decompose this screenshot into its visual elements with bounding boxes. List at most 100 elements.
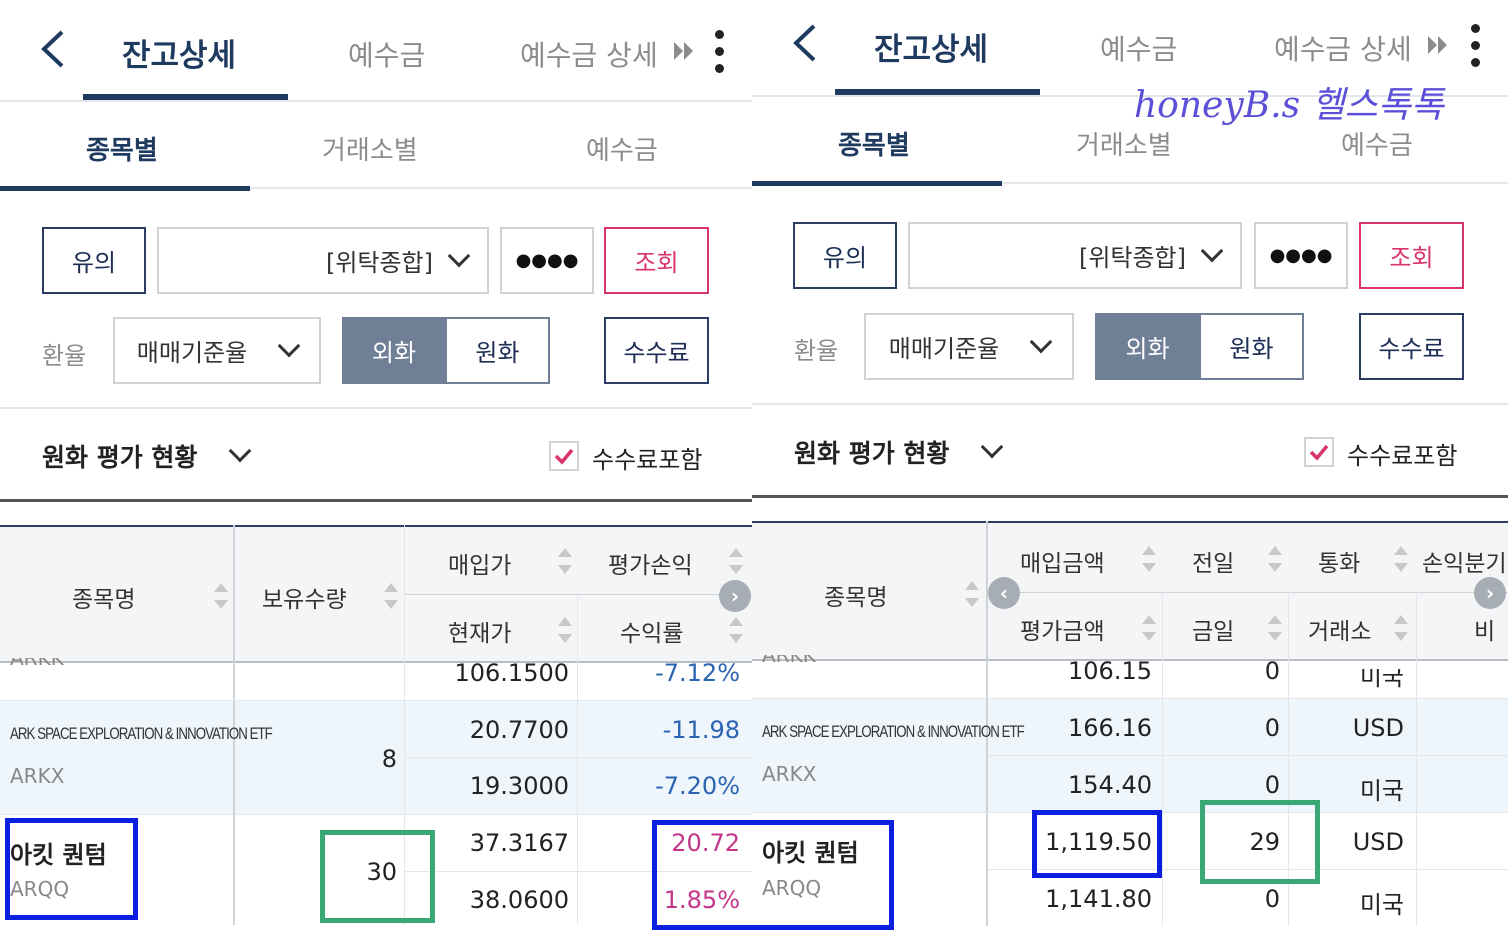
stock-ticker: ARKX: [762, 762, 817, 786]
sort-icon[interactable]: [384, 583, 398, 609]
sort-icon[interactable]: [729, 617, 743, 643]
fee-button[interactable]: 수수료: [604, 317, 709, 384]
col-stock-name[interactable]: 종목명: [824, 578, 887, 612]
sort-icon[interactable]: [1142, 615, 1156, 641]
sort-icon[interactable]: [1394, 546, 1408, 572]
col-exchange[interactable]: 거래소: [1308, 612, 1371, 646]
col-return-rate[interactable]: 수익률: [620, 614, 683, 648]
sort-icon[interactable]: [1268, 546, 1282, 572]
tab-deposit[interactable]: 예수금: [348, 34, 425, 74]
subtab-by-exchange[interactable]: 거래소별: [1076, 125, 1172, 162]
stock-ticker: ARKX: [10, 764, 65, 788]
password-field[interactable]: ●●●●: [500, 227, 594, 294]
current-price: 106.1500: [454, 659, 569, 687]
col-stock-name[interactable]: 종목명: [72, 580, 135, 614]
fee-include-checkbox[interactable]: [1304, 437, 1334, 467]
chevron-left-icon[interactable]: [790, 22, 820, 64]
controls-divider: [752, 403, 1508, 405]
scroll-right-icon[interactable]: ›: [719, 580, 751, 612]
foreign-currency-toggle[interactable]: 외화: [342, 317, 446, 384]
caution-button[interactable]: 유의: [793, 222, 897, 289]
fee-button[interactable]: 수수료: [1359, 313, 1464, 380]
sort-icon[interactable]: [965, 581, 979, 607]
stock-name[interactable]: ARK SPACE EXPLORATION & INNOVATION ETF: [762, 722, 1025, 742]
col-eval-amount[interactable]: 평가금액: [1020, 612, 1105, 646]
stock-name[interactable]: ARK SPACE EXPLORATION & INNOVATION ETF: [10, 724, 273, 744]
summary-title[interactable]: 원화 평가 현황: [794, 434, 949, 470]
foreign-currency-toggle[interactable]: 외화: [1095, 313, 1200, 380]
col-current-price[interactable]: 현재가: [448, 614, 511, 648]
highlight-box: [1200, 800, 1320, 884]
rate-select[interactable]: 매매기준율: [113, 317, 321, 384]
inquiry-button[interactable]: 조회: [604, 227, 709, 294]
sort-icon[interactable]: [1268, 615, 1282, 641]
tab-deposit-detail[interactable]: 예수금 상세: [520, 34, 658, 74]
rate-select-label: 매매기준율: [888, 335, 1000, 363]
kebab-menu-icon[interactable]: [715, 30, 725, 81]
summary-title[interactable]: 원화 평가 현황: [42, 438, 197, 474]
subtab-deposit[interactable]: 예수금: [1341, 125, 1413, 162]
return-rate: -7.12%: [655, 659, 740, 687]
col-currency[interactable]: 통화: [1318, 544, 1360, 578]
col-breakeven[interactable]: 손익분기: [1422, 544, 1507, 578]
tab-balance-detail[interactable]: 잔고상세: [874, 24, 988, 69]
right-screen: 잔고상세 예수금 예수금 상세 honeyB.s 헬스톡톡 종목별 거래소별 예…: [752, 0, 1508, 930]
account-select[interactable]: [위탁종합]: [157, 227, 489, 294]
current-price: 19.3000: [469, 772, 569, 800]
sort-icon[interactable]: [558, 548, 572, 574]
sort-icon[interactable]: [558, 617, 572, 643]
row-divider: [0, 700, 752, 701]
subtab-by-stock[interactable]: 종목별: [86, 130, 158, 167]
kebab-menu-icon[interactable]: [1471, 24, 1481, 75]
sort-icon[interactable]: [214, 583, 228, 609]
subtab-active-underline: [752, 181, 1002, 186]
header-mid-line: [988, 592, 1508, 593]
tab-deposit[interactable]: 예수금: [1100, 28, 1177, 68]
col-ratio[interactable]: 비: [1474, 612, 1495, 646]
caution-button[interactable]: 유의: [42, 227, 146, 294]
fee-include-checkbox[interactable]: [549, 441, 579, 471]
won-currency-toggle[interactable]: 원화: [1199, 313, 1304, 380]
won-currency-toggle[interactable]: 원화: [445, 317, 550, 384]
prev-day-qty: 0: [1264, 714, 1280, 742]
col-eval-pl[interactable]: 평가손익: [608, 546, 693, 580]
col-today[interactable]: 금일: [1192, 612, 1234, 646]
exchange-name: 미국: [1359, 891, 1404, 919]
account-type-label: [위탁종합]: [325, 249, 433, 277]
account-select[interactable]: [위탁종합]: [908, 222, 1242, 289]
highlight-box: [752, 820, 894, 930]
chevron-left-icon[interactable]: [38, 28, 68, 70]
subtab-by-exchange[interactable]: 거래소별: [322, 130, 418, 167]
tab-deposit-detail[interactable]: 예수금 상세: [1274, 28, 1412, 68]
chevron-down-icon[interactable]: [980, 435, 1004, 459]
password-field[interactable]: ●●●●: [1254, 222, 1348, 289]
col-buy-price[interactable]: 매입가: [448, 546, 511, 580]
col-buy-amount[interactable]: 매입금액: [1020, 544, 1105, 578]
row-divider: [752, 698, 1508, 699]
inquiry-button[interactable]: 조회: [1359, 222, 1464, 289]
rate-select[interactable]: 매매기준율: [864, 313, 1074, 380]
row-divider: [405, 757, 752, 758]
sort-icon[interactable]: [729, 548, 743, 574]
tab-balance-detail[interactable]: 잔고상세: [122, 30, 236, 75]
sort-icon[interactable]: [1394, 615, 1408, 641]
row-divider: [988, 755, 1508, 756]
buy-amount: 166.16: [1068, 714, 1152, 742]
scroll-left-icon[interactable]: ‹: [988, 577, 1020, 609]
subtab-deposit[interactable]: 예수금: [586, 130, 658, 167]
eval-amount: 1,141.80: [1045, 885, 1152, 913]
sort-icon[interactable]: [1142, 546, 1156, 572]
col-quantity[interactable]: 보유수량: [262, 580, 347, 614]
chevron-down-icon: [447, 244, 471, 267]
rate-select-label: 매매기준율: [136, 339, 248, 367]
highlight-box: [652, 820, 752, 930]
col-prev-day[interactable]: 전일: [1192, 544, 1234, 578]
buy-price: 20.7700: [469, 716, 569, 744]
highlight-box: [320, 830, 435, 923]
chevron-down-icon[interactable]: [228, 439, 252, 463]
col-divider: [577, 595, 578, 925]
eval-amount: 154.40: [1068, 771, 1152, 799]
subtab-by-stock[interactable]: 종목별: [838, 125, 910, 162]
scroll-right-icon[interactable]: ›: [1474, 577, 1506, 609]
eval-pl: -11.98: [662, 716, 740, 744]
